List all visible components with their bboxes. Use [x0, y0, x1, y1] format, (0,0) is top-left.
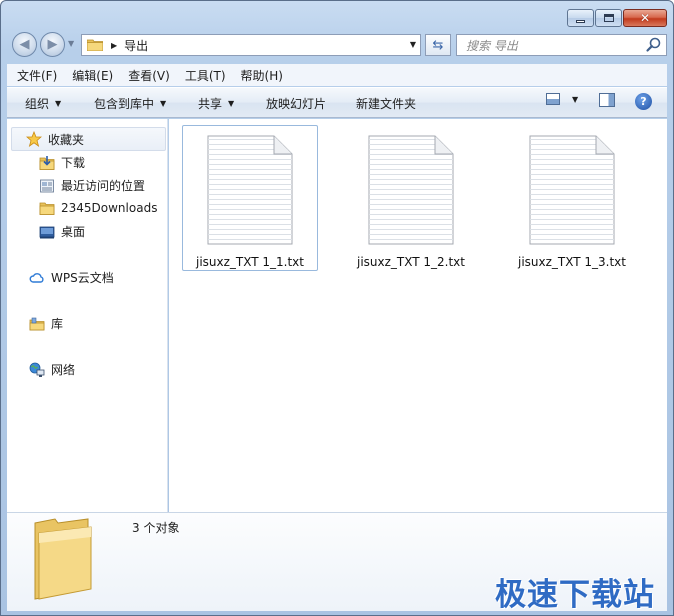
organize-button[interactable]: 组织 ▼ [25, 95, 61, 112]
details-pane: 3 个对象 极速下载站 [7, 512, 667, 613]
file-item[interactable]: jisuxz_TXT 1_3.txt [504, 125, 640, 271]
cloud-icon [29, 272, 44, 283]
address-bar[interactable]: ▶ 导出 ▼ [81, 34, 421, 56]
menu-help[interactable]: 帮助(H) [236, 65, 288, 86]
watermark-text: 极速下载站 [495, 577, 655, 613]
address-history-dropdown[interactable]: ▼ [410, 40, 416, 49]
include-in-library-label: 包含到库中 [94, 97, 155, 111]
sidebar-item-2345downloads[interactable]: 2345Downloads [39, 200, 157, 216]
forward-arrow-icon: ▶ [47, 37, 58, 52]
breadcrumb-current[interactable]: 导出 [124, 37, 148, 54]
menu-tools[interactable]: 工具(T) [180, 65, 231, 86]
breadcrumb-arrow-icon[interactable]: ▶ [111, 41, 117, 50]
sidebar-item-network[interactable]: 网络 [29, 361, 75, 378]
sidebar-item-library[interactable]: 库 [29, 315, 63, 332]
network-icon [29, 362, 45, 377]
recent-pages-dropdown[interactable]: ▼ [68, 39, 74, 48]
maximize-button[interactable] [595, 9, 622, 27]
item-count: 3 个对象 [132, 521, 180, 535]
star-icon [26, 131, 42, 147]
navigation-pane: 收藏夹 下载 最近访问的位置 2345Downloads 桌面 WPS云文档 库… [7, 119, 168, 512]
sidebar-item-recent-places[interactable]: 最近访问的位置 [39, 177, 145, 194]
sidebar-item-label: 收藏夹 [48, 132, 85, 147]
include-in-library-button[interactable]: 包含到库中 ▼ [94, 95, 166, 112]
text-file-icon [368, 135, 454, 245]
chevron-down-icon: ▼ [160, 99, 167, 108]
chevron-down-icon: ▼ [228, 99, 235, 108]
file-name[interactable]: jisuxz_TXT 1_1.txt [183, 255, 317, 269]
new-folder-label: 新建文件夹 [356, 97, 417, 111]
sidebar-item-label: 网络 [51, 363, 76, 377]
close-icon: ✕ [639, 11, 651, 25]
file-name[interactable]: jisuxz_TXT 1_2.txt [344, 255, 478, 269]
search-box[interactable]: 搜索 导出 [456, 34, 667, 56]
file-item[interactable]: jisuxz_TXT 1_1.txt [182, 125, 318, 271]
file-item[interactable]: jisuxz_TXT 1_2.txt [343, 125, 479, 271]
view-icon [546, 93, 560, 105]
chevron-down-icon: ▼ [55, 99, 62, 108]
minimize-button[interactable] [567, 9, 594, 27]
refresh-button[interactable]: ⇆ [425, 34, 451, 56]
refresh-icon: ⇆ [432, 37, 444, 53]
chevron-down-icon: ▼ [572, 94, 579, 104]
file-list: jisuxz_TXT 1_1.txt jisuxz_TXT 1_2.txt ji… [169, 119, 667, 512]
menu-edit[interactable]: 编辑(E) [67, 65, 118, 86]
explorer-window: ✕ ◀ ▶ ▼ ▶ 导出 ▼ ⇆ 搜索 导出 文件(F) 编辑(E) 查看(V)… [0, 0, 674, 616]
sidebar-item-favorites[interactable]: 收藏夹 [11, 127, 166, 151]
menu-file[interactable]: 文件(F) [12, 65, 62, 86]
help-icon: ? [635, 93, 652, 110]
slideshow-button[interactable]: 放映幻灯片 [266, 95, 326, 112]
caption-buttons: ✕ [566, 9, 667, 27]
text-file-icon [529, 135, 615, 245]
forward-button[interactable]: ▶ [40, 32, 65, 57]
new-folder-button[interactable]: 新建文件夹 [356, 95, 416, 112]
text-file-icon [207, 135, 293, 245]
slideshow-label: 放映幻灯片 [266, 97, 327, 111]
sidebar-item-desktop[interactable]: 桌面 [39, 223, 85, 240]
change-view-button[interactable]: ▼ [546, 93, 578, 105]
search-input[interactable]: 搜索 导出 [457, 37, 645, 54]
preview-pane-button[interactable] [599, 93, 615, 107]
large-folder-icon [34, 518, 92, 600]
navigation-row: ◀ ▶ ▼ ▶ 导出 ▼ ⇆ 搜索 导出 [9, 31, 669, 59]
help-button[interactable]: ? [635, 93, 652, 110]
organize-label: 组织 [25, 97, 50, 111]
close-button[interactable]: ✕ [623, 9, 667, 27]
back-arrow-icon: ◀ [19, 37, 30, 52]
folder-icon [87, 39, 103, 51]
download-folder-icon [39, 155, 55, 170]
sidebar-item-label: 最近访问的位置 [61, 179, 146, 193]
menu-bar: 文件(F) 编辑(E) 查看(V) 工具(T) 帮助(H) [7, 64, 667, 86]
sidebar-item-wps-cloud[interactable]: WPS云文档 [29, 269, 114, 286]
maximize-icon [603, 14, 614, 22]
desktop-icon [39, 226, 55, 238]
menu-view[interactable]: 查看(V) [123, 65, 175, 86]
sidebar-item-downloads[interactable]: 下载 [39, 154, 85, 171]
share-button[interactable]: 共享 ▼ [198, 95, 234, 112]
sidebar-item-label: 下载 [61, 156, 86, 170]
back-button[interactable]: ◀ [12, 32, 37, 57]
preview-pane-icon [599, 93, 615, 107]
search-icon[interactable] [645, 36, 663, 54]
library-icon [29, 317, 45, 330]
command-bar: 组织 ▼ 包含到库中 ▼ 共享 ▼ 放映幻灯片 新建文件夹 ▼ ? [7, 87, 667, 118]
sidebar-item-label: 2345Downloads [61, 201, 158, 215]
file-name[interactable]: jisuxz_TXT 1_3.txt [505, 255, 639, 269]
recent-places-icon [40, 179, 54, 192]
sidebar-item-label: 库 [51, 317, 64, 331]
sidebar-item-label: 桌面 [61, 225, 86, 239]
share-label: 共享 [198, 97, 223, 111]
folder-icon [39, 202, 55, 215]
minimize-icon [576, 19, 585, 23]
sidebar-item-label: WPS云文档 [51, 271, 114, 285]
